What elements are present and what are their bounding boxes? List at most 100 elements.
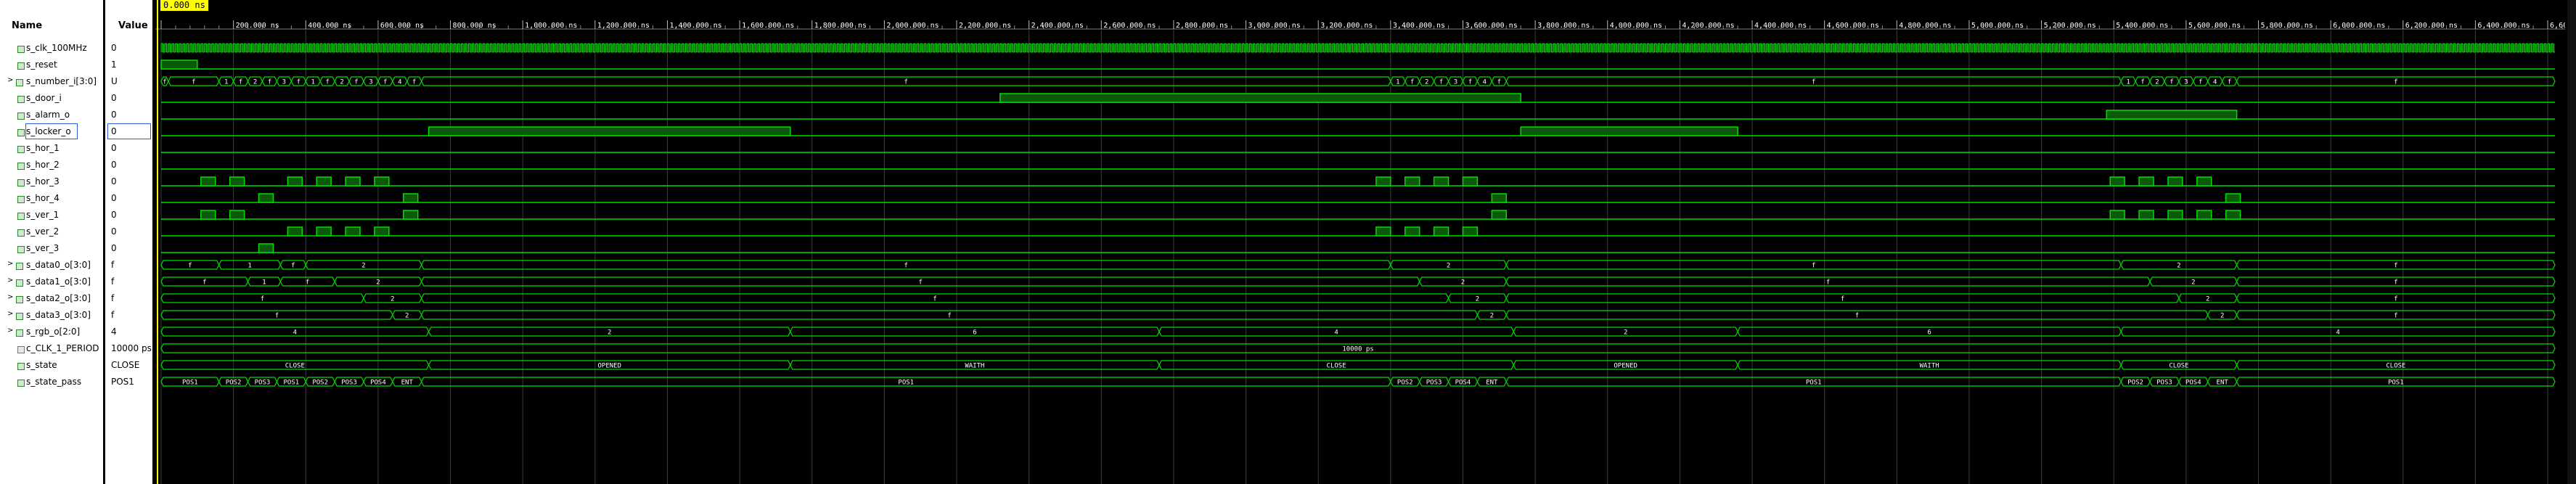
signal-row[interactable]: s_ver_2 <box>0 223 103 240</box>
signal-row[interactable]: s_clk_100MHz <box>0 40 103 57</box>
signal-row[interactable]: s_hor_3 <box>0 173 103 190</box>
signal-row[interactable]: s_hor_2 <box>0 157 103 173</box>
waveform-canvas[interactable]: 200.000 ns 400.000 ns 600.000 ns 800.000 ns… <box>155 0 2565 484</box>
signal-row[interactable]: s_alarm_o <box>0 107 103 123</box>
tick-label: 1,400.000 ns <box>669 22 721 30</box>
signal-value: POS1 <box>111 377 134 387</box>
bus-value-label: f <box>2394 313 2397 320</box>
signal-value-cell[interactable]: 1 <box>105 57 152 73</box>
bus-value-label: 2 <box>1624 329 1627 337</box>
wave-pulse <box>2106 110 2238 120</box>
signal-row[interactable]: s_state <box>0 357 103 374</box>
bus-value-label: 2 <box>1476 296 1479 303</box>
signal-value-cell[interactable]: f <box>105 290 152 307</box>
signal-row[interactable]: s_reset <box>0 57 103 73</box>
signal-row[interactable]: > s_rgb_o[2:0] <box>0 324 103 340</box>
vertical-scrollbar[interactable] <box>2567 0 2576 484</box>
bus-value-label: ENT <box>401 380 414 387</box>
signal-value: f <box>111 260 115 270</box>
bus-value-label: POS3 <box>255 380 271 387</box>
signal-name: s_data3_o[3:0] <box>26 310 91 320</box>
signal-name: s_hor_4 <box>26 193 60 203</box>
wave-pulse <box>1433 226 1449 237</box>
signal-row[interactable]: s_ver_1 <box>0 207 103 223</box>
expand-chevron-icon[interactable]: > <box>7 76 13 84</box>
signal-row[interactable]: > s_data3_o[3:0] <box>0 307 103 324</box>
tick-label: 1,000.000 ns <box>525 22 577 30</box>
signal-value-cell[interactable]: 0 <box>105 190 152 207</box>
column-divider[interactable] <box>152 0 155 484</box>
signal-row[interactable]: s_locker_o <box>0 123 103 140</box>
wave-pulse <box>1491 210 1508 220</box>
signal-value-cell[interactable]: 0 <box>105 107 152 123</box>
name-column: Name s_clk_100MHz s_reset > s_number_i[3:0]… <box>0 0 103 484</box>
signal-value-cell[interactable]: CLOSE <box>105 357 152 374</box>
signal-value-cell[interactable]: 0 <box>105 90 152 107</box>
bus-value-label: 2 <box>2206 296 2209 303</box>
signal-value-cell[interactable]: 0 <box>105 207 152 223</box>
tick-label: 2,400.000 ns <box>1031 22 1084 30</box>
bus-icon <box>16 296 23 303</box>
signal-row[interactable]: s_hor_4 <box>0 190 103 207</box>
bus-value-label: OPENED <box>597 363 621 370</box>
bus-value-label: 2 <box>2191 279 2195 287</box>
signal-name: s_ver_3 <box>26 243 60 253</box>
signal-row[interactable]: s_state_pass <box>0 374 103 390</box>
signal-value: f <box>111 293 115 303</box>
bus-value-label: f <box>192 79 195 86</box>
expand-chevron-icon[interactable]: > <box>7 260 13 268</box>
signal-row[interactable]: > s_data2_o[3:0] <box>0 290 103 307</box>
waveform-s-locker-o <box>161 126 2555 136</box>
signal-value-cell[interactable]: 0 <box>105 123 152 140</box>
signal-value-cell[interactable]: POS1 <box>105 374 152 390</box>
bus-value-label: POS1 <box>284 380 300 387</box>
wave-pulse <box>258 243 274 253</box>
bus-value-label: CLOSE <box>2169 363 2188 370</box>
signal-value-cell[interactable]: 0 <box>105 223 152 240</box>
wave-pulse <box>2225 210 2241 220</box>
bus-value-label: POS3 <box>341 380 357 387</box>
tick-label: 6,600.000 ns <box>2550 22 2565 30</box>
bus-value-label: f <box>163 79 166 86</box>
tick-label: 6,400.000 ns <box>2477 22 2530 30</box>
signal-row[interactable]: s_door_i <box>0 90 103 107</box>
signal-value-cell[interactable]: 0 <box>105 240 152 257</box>
tick-label: 4,800.000 ns <box>1899 22 1951 30</box>
signal-value-cell[interactable]: U <box>105 73 152 90</box>
bus-value-label: f <box>1826 279 1830 287</box>
signal-row[interactable]: s_hor_1 <box>0 140 103 157</box>
signal-name: s_state <box>26 360 57 370</box>
signal-value-cell[interactable]: 0 <box>105 140 152 157</box>
signal-row[interactable]: > s_number_i[3:0] <box>0 73 103 90</box>
signal-value-cell[interactable]: f <box>105 257 152 274</box>
bus-value-label: 3 <box>2184 79 2188 86</box>
bus-value-label: POS3 <box>2156 380 2172 387</box>
signal-value-cell[interactable]: f <box>105 274 152 290</box>
tick-label: 3,600.000 ns <box>1465 22 1517 30</box>
expand-chevron-icon[interactable]: > <box>7 310 13 318</box>
tick-label: 2,800.000 ns <box>1176 22 1228 30</box>
signal-icon <box>17 62 25 70</box>
signal-value-cell[interactable]: 10000 ps <box>105 340 152 357</box>
signal-row[interactable]: s_ver_3 <box>0 240 103 257</box>
signal-icon <box>17 179 25 186</box>
signal-value-cell[interactable]: 0 <box>105 173 152 190</box>
signal-value: 0 <box>111 226 117 237</box>
bus-value-label: POS1 <box>182 380 198 387</box>
signal-icon <box>17 129 25 136</box>
signal-value-cell[interactable]: 4 <box>105 324 152 340</box>
signal-row[interactable]: > s_data1_o[3:0] <box>0 274 103 290</box>
wave-pulse <box>1375 226 1391 237</box>
signal-value-cell[interactable]: 0 <box>105 40 152 57</box>
bus-value-label: POS4 <box>370 380 386 387</box>
signal-value-cell[interactable]: 0 <box>105 157 152 173</box>
expand-chevron-icon[interactable]: > <box>7 293 13 301</box>
signal-row[interactable]: > s_data0_o[3:0] <box>0 257 103 274</box>
signal-value: CLOSE <box>111 360 140 370</box>
expand-chevron-icon[interactable]: > <box>7 327 13 335</box>
signal-row[interactable]: c_CLK_1_PERIOD <box>0 340 103 357</box>
bus-value-label: f <box>412 79 416 86</box>
signal-value-cell[interactable]: f <box>105 307 152 324</box>
bus-value-label: 10000 ps <box>1342 346 1373 353</box>
expand-chevron-icon[interactable]: > <box>7 276 13 284</box>
